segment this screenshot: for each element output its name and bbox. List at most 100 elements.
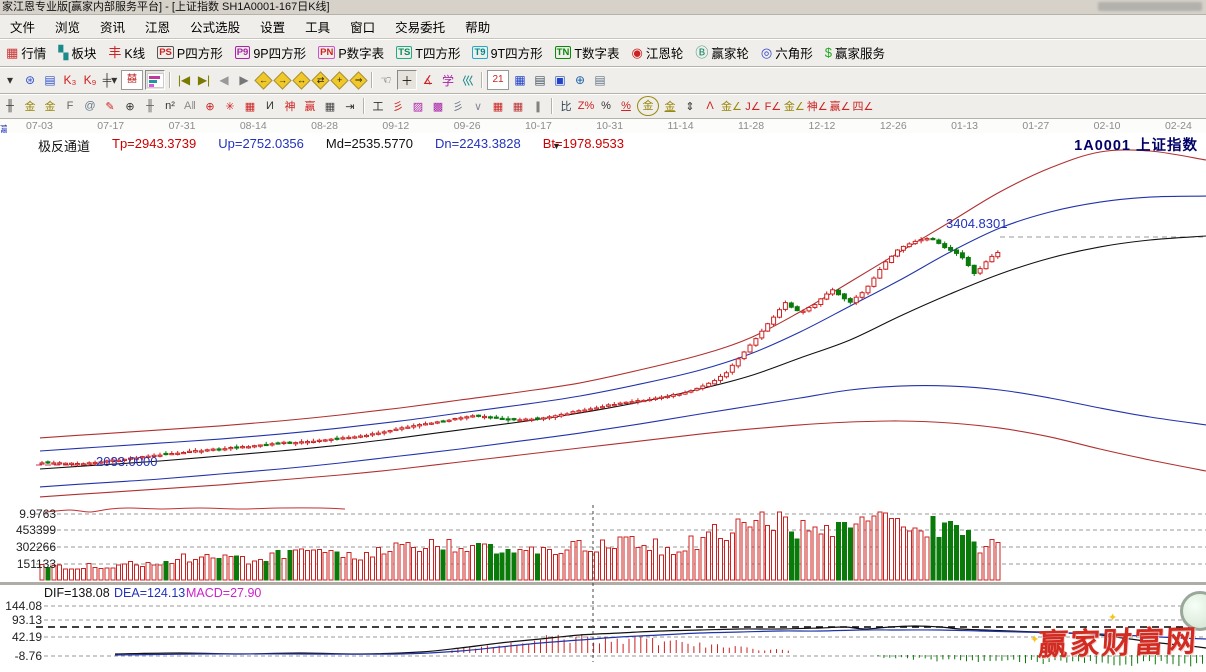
fan-lines-icon[interactable]: 彡: [449, 97, 467, 115]
diamond-right-icon[interactable]: →: [273, 71, 291, 89]
grid-123-icon[interactable]: ▦: [321, 97, 339, 115]
menu-item-window[interactable]: 窗口: [340, 15, 385, 38]
menu-item-tools[interactable]: 工具: [295, 15, 340, 38]
gann-box-icon[interactable]: 工: [369, 97, 387, 115]
diamond-jump-icon[interactable]: ⇒: [349, 71, 367, 89]
menu-item-file[interactable]: 文件: [0, 15, 45, 38]
print-icon[interactable]: ▤: [591, 71, 609, 89]
export-globe-icon[interactable]: ⊕: [571, 71, 589, 89]
toolbar-button-quotes[interactable]: ▦行情: [0, 42, 52, 63]
menu-item-browse[interactable]: 浏览: [45, 15, 90, 38]
chart-area[interactable]: 极反通道 Tp=2943.3739Up=2752.0356Md=2535.577…: [0, 133, 1206, 672]
f-grid-icon[interactable]: F: [61, 97, 79, 115]
mirror-icon[interactable]: A‖: [181, 97, 199, 115]
menu-item-gann[interactable]: 江恩: [135, 15, 180, 38]
gold-angle-icon[interactable]: 金∠: [721, 97, 742, 115]
red-target-icon[interactable]: ⊕: [201, 97, 219, 115]
crosshair-tool-icon[interactable]: ＋: [397, 70, 417, 90]
purple-fan-icon[interactable]: ▨: [409, 97, 427, 115]
shen-icon[interactable]: 神: [281, 97, 299, 115]
diamond-swap-icon[interactable]: ⇄: [311, 71, 329, 89]
purple-tool-icon[interactable]: 学: [439, 71, 457, 89]
calendar-icon[interactable]: 21: [487, 70, 509, 90]
gold-circle-icon[interactable]: 金: [637, 96, 659, 116]
percent-z-icon[interactable]: Z%: [577, 97, 595, 115]
wave-a-icon[interactable]: Λ: [701, 97, 719, 115]
red-grid-icon[interactable]: ▦: [489, 97, 507, 115]
toolbar-button-hexagon[interactable]: ◎六角形: [755, 42, 819, 63]
document-icon[interactable]: ▤: [41, 71, 59, 89]
last-bar-icon[interactable]: ▶|: [195, 71, 213, 89]
toolbar-button-t-number-table[interactable]: TNT数字表: [549, 42, 626, 63]
hand-tool-icon[interactable]: ☜: [377, 71, 395, 89]
si-angle-icon[interactable]: 四∠: [853, 97, 874, 115]
menu-item-settings[interactable]: 设置: [250, 15, 295, 38]
gann-figure-icon[interactable]: 囍: [121, 70, 143, 90]
span-measure-icon[interactable]: ⇥: [341, 97, 359, 115]
date-tick: 08-14: [240, 120, 267, 132]
angle-tool-icon[interactable]: ∡: [419, 71, 437, 89]
scale-icon[interactable]: 比: [557, 97, 575, 115]
notepad-icon[interactable]: ▤: [531, 71, 549, 89]
menu-item-trade[interactable]: 交易委托: [385, 15, 455, 38]
toolbar-button-9t-square[interactable]: T99T四方形: [466, 42, 548, 63]
parallel-lines-icon[interactable]: ∥: [529, 97, 547, 115]
toolbar-button-t-square[interactable]: TST四方形: [390, 42, 466, 63]
j-angle-icon[interactable]: J∠: [744, 97, 762, 115]
color-chart-icon[interactable]: [145, 70, 165, 90]
toolbar-button-kline[interactable]: 丰K线: [102, 42, 151, 63]
diamond-left-icon[interactable]: ←: [254, 71, 272, 89]
red-net-icon[interactable]: ▦: [241, 97, 259, 115]
toolbar-button-gann-wheel[interactable]: ◉江恩轮: [625, 42, 689, 63]
compass-icon[interactable]: ⊕: [121, 97, 139, 115]
gold-grid-icon[interactable]: 金: [21, 97, 39, 115]
toolbar-button-sectors[interactable]: ▚板块: [52, 42, 102, 63]
red-grid2-icon[interactable]: ▦: [509, 97, 527, 115]
small-grid-icon[interactable]: ╫: [141, 97, 159, 115]
web-icon[interactable]: ⊛: [21, 71, 39, 89]
menu-item-formula-pick[interactable]: 公式选股: [180, 15, 250, 38]
percent-line-icon[interactable]: %: [617, 97, 635, 115]
menu-item-help[interactable]: 帮助: [455, 15, 500, 38]
toolbar-button-winner-wheel[interactable]: Ⓑ赢家轮: [689, 42, 755, 63]
gold-grid2-icon[interactable]: 金: [41, 97, 59, 115]
next-bar-icon[interactable]: ▶: [235, 71, 253, 89]
kline-3-icon[interactable]: K₃: [61, 71, 79, 89]
red-star-icon[interactable]: ✳: [221, 97, 239, 115]
n-square-icon[interactable]: n²: [161, 97, 179, 115]
gann-grid-icon[interactable]: ╫: [1, 97, 19, 115]
diamond-expand-icon[interactable]: ↔: [292, 71, 310, 89]
red-fan-icon[interactable]: 彡: [389, 97, 407, 115]
purple-net-icon[interactable]: ▩: [429, 97, 447, 115]
menu-item-news[interactable]: 资讯: [90, 15, 135, 38]
calculator-icon[interactable]: ▦: [511, 71, 529, 89]
toolbar-button-p-square[interactable]: PSP四方形: [151, 42, 229, 63]
chart-type-dropdown-icon[interactable]: ▾: [1, 71, 19, 89]
first-bar-icon[interactable]: |◀: [175, 71, 193, 89]
gold2-angle-icon[interactable]: 金∠: [784, 97, 805, 115]
toolbar-button-winner-service[interactable]: $赢家服务: [819, 42, 891, 63]
kline-9-icon[interactable]: K₉: [81, 71, 99, 89]
candle-style-icon[interactable]: ╪▾: [101, 71, 119, 89]
indicator-value: Up=2752.0356: [218, 136, 304, 155]
zigzag-icon[interactable]: ∨: [469, 97, 487, 115]
spiral-icon[interactable]: @: [81, 97, 99, 115]
prev-bar-icon[interactable]: ◀: [215, 71, 233, 89]
save-icon[interactable]: ▣: [551, 71, 569, 89]
diamond-cross-icon[interactable]: +: [330, 71, 348, 89]
updown-icon[interactable]: ⇕: [681, 97, 699, 115]
ying-icon[interactable]: 赢: [301, 97, 319, 115]
teal-tool-icon[interactable]: 巛: [459, 71, 477, 89]
9p-square-badge-icon: P9: [235, 46, 251, 59]
shen-angle-icon[interactable]: 神∠: [807, 97, 828, 115]
marker-pen-icon[interactable]: ✎: [101, 97, 119, 115]
ying-angle-icon[interactable]: 赢∠: [830, 97, 851, 115]
toolbar-button-9p-square[interactable]: P99P四方形: [229, 42, 312, 63]
wave-mark-icon[interactable]: И: [261, 97, 279, 115]
toolbar-button-p-number-table[interactable]: PNP数字表: [312, 42, 390, 63]
chevron-down-icon[interactable]: ▼: [552, 141, 561, 151]
percent-icon[interactable]: %: [597, 97, 615, 115]
gold-lines-icon[interactable]: 金: [661, 97, 679, 115]
toolbar-button-label: T四方形: [415, 43, 460, 62]
f-angle-icon[interactable]: F∠: [764, 97, 782, 115]
